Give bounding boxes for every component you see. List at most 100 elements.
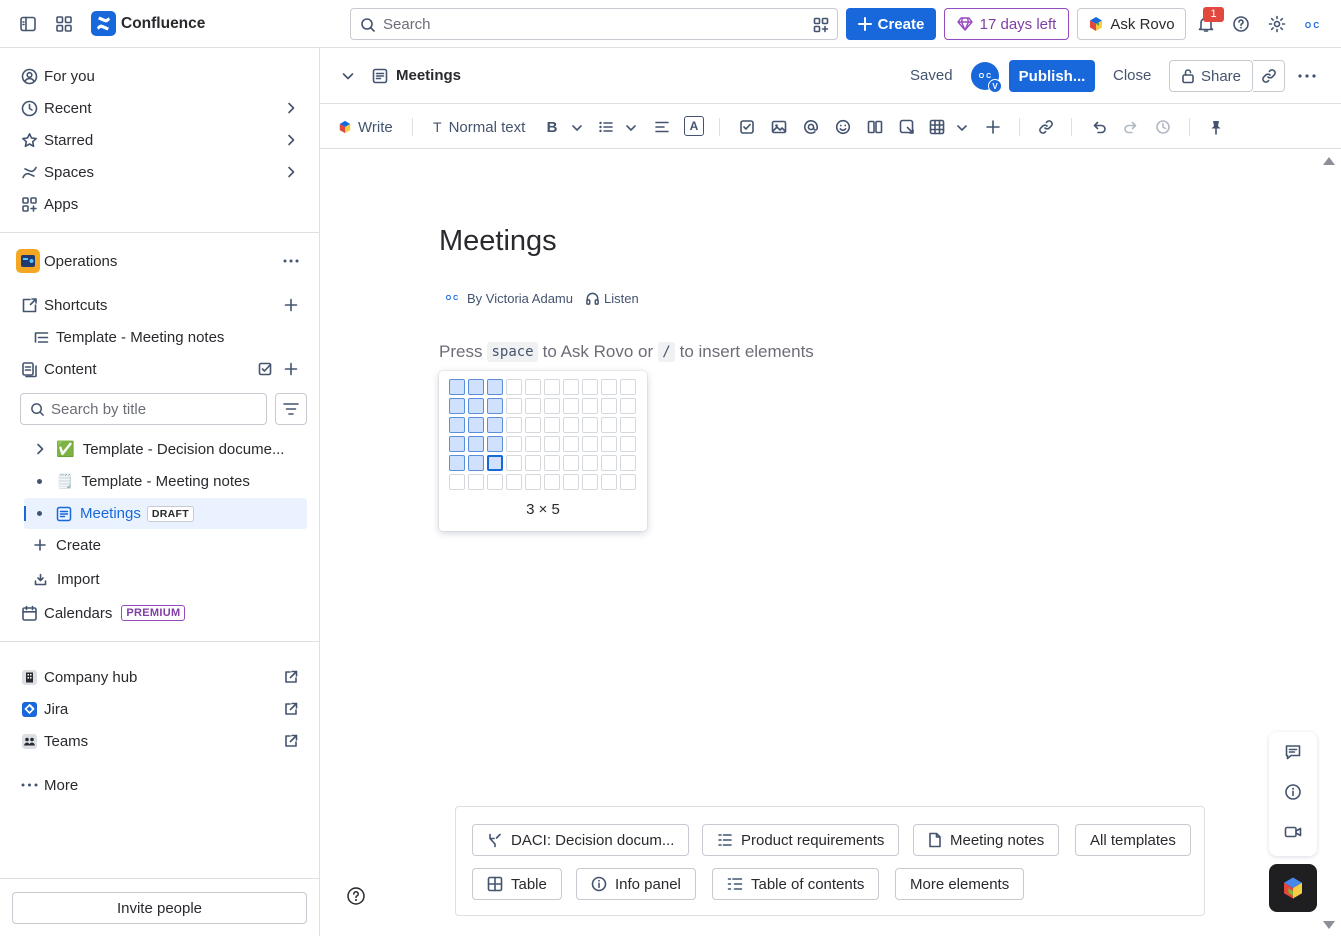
shortcut-item-meeting-notes[interactable]: Template - Meeting notes <box>24 321 307 353</box>
close-button[interactable]: Close <box>1113 67 1151 84</box>
table-size-cell[interactable] <box>620 455 636 471</box>
table-size-cell[interactable] <box>544 398 560 414</box>
chevron-down-icon[interactable] <box>956 122 968 134</box>
write-mode-button[interactable]: Write <box>338 116 393 138</box>
external-link-icon[interactable] <box>284 734 298 748</box>
sidebar-link-teams[interactable]: Teams <box>12 725 308 757</box>
publish-button[interactable]: Publish... <box>1009 60 1095 92</box>
help-icon[interactable] <box>346 886 366 906</box>
content-search[interactable] <box>20 393 267 425</box>
confluence-logo-icon[interactable] <box>91 11 116 36</box>
table-size-cell[interactable] <box>449 436 465 452</box>
table-size-cell[interactable] <box>563 398 579 414</box>
external-link-icon[interactable] <box>284 670 298 684</box>
chevron-right-icon[interactable] <box>34 443 46 455</box>
table-size-cell[interactable] <box>525 417 541 433</box>
chevron-down-icon[interactable] <box>625 122 637 134</box>
sidebar-item-spaces[interactable]: Spaces <box>12 156 308 188</box>
copy-link-button[interactable] <box>1253 60 1285 92</box>
sidebar-item-for-you[interactable]: For you <box>12 60 308 92</box>
table-size-cell[interactable] <box>563 379 579 395</box>
table-size-cell[interactable] <box>601 436 617 452</box>
edit-check-icon[interactable] <box>258 361 274 377</box>
table-size-cell[interactable] <box>601 398 617 414</box>
table-size-cell[interactable] <box>525 398 541 414</box>
table-size-cell[interactable] <box>620 436 636 452</box>
table-size-cell[interactable] <box>563 417 579 433</box>
global-search[interactable] <box>350 8 838 40</box>
scroll-up-arrow-icon[interactable] <box>1322 156 1336 166</box>
table-size-cell[interactable] <box>582 379 598 395</box>
page-info-icon[interactable] <box>1283 782 1303 802</box>
undo-icon[interactable] <box>1091 119 1107 135</box>
page-breadcrumb-title[interactable]: Meetings <box>396 67 461 84</box>
table-size-cell[interactable] <box>487 398 503 414</box>
template-daci-button[interactable]: DACI: Decision docum... <box>472 824 690 856</box>
add-shortcut-icon[interactable] <box>284 298 298 312</box>
more-elements-button[interactable]: More elements <box>895 868 1025 900</box>
insert-plus-icon[interactable] <box>985 119 1001 135</box>
page-title[interactable]: Meetings <box>439 225 557 258</box>
editor-placeholder[interactable]: Press space to Ask Rovo or / to insert e… <box>439 342 814 362</box>
table-size-cell[interactable] <box>506 436 522 452</box>
video-record-icon[interactable] <box>1283 822 1303 842</box>
app-switcher-icon[interactable] <box>52 12 76 36</box>
comments-icon[interactable] <box>1283 742 1303 762</box>
app-name[interactable]: Confluence <box>121 15 205 33</box>
listen-button[interactable]: Listen <box>585 291 639 306</box>
table-size-cell[interactable] <box>506 379 522 395</box>
table-size-cell[interactable] <box>487 455 503 471</box>
bullet-list-icon[interactable] <box>598 119 614 135</box>
filter-button[interactable] <box>275 393 307 425</box>
table-size-cell[interactable] <box>449 398 465 414</box>
tree-item-decision-template[interactable]: ✅ Template - Decision docume... <box>24 434 307 464</box>
table-size-cell[interactable] <box>468 379 484 395</box>
insert-table-button[interactable]: Table <box>472 868 562 900</box>
redo-icon[interactable] <box>1123 119 1139 135</box>
sidebar-link-jira[interactable]: Jira <box>12 693 308 725</box>
table-size-cell[interactable] <box>544 417 560 433</box>
table-size-cell[interactable] <box>487 379 503 395</box>
emoji-icon[interactable] <box>835 119 851 135</box>
trial-days-button[interactable]: 17 days left <box>944 8 1069 40</box>
template-meeting-notes-button[interactable]: Meeting notes <box>913 824 1060 856</box>
rovo-chat-button[interactable] <box>1269 864 1317 912</box>
table-size-cell[interactable] <box>563 436 579 452</box>
table-size-cell[interactable] <box>563 474 579 490</box>
tree-create-button[interactable]: Create <box>24 530 307 560</box>
text-color-button[interactable]: A <box>684 116 704 136</box>
sidebar-item-shortcuts[interactable]: Shortcuts <box>12 289 308 321</box>
table-size-cell[interactable] <box>544 474 560 490</box>
table-size-cell[interactable] <box>449 417 465 433</box>
ask-rovo-button[interactable]: Ask Rovo <box>1077 8 1186 40</box>
settings-gear-icon[interactable] <box>1265 12 1289 36</box>
table-size-cell[interactable] <box>601 455 617 471</box>
sidebar-item-calendars[interactable]: Calendars PREMIUM <box>12 597 308 629</box>
table-size-cell[interactable] <box>525 455 541 471</box>
sidebar-link-company-hub[interactable]: Company hub <box>12 661 308 693</box>
all-templates-button[interactable]: All templates <box>1075 824 1191 856</box>
align-left-icon[interactable] <box>654 119 670 135</box>
table-size-cell[interactable] <box>506 455 522 471</box>
table-size-cell[interactable] <box>620 417 636 433</box>
create-button[interactable]: Create <box>846 8 936 40</box>
more-actions-icon[interactable] <box>1298 74 1316 78</box>
link-icon[interactable] <box>1038 119 1054 135</box>
table-size-cell[interactable] <box>449 379 465 395</box>
invite-people-button[interactable]: Invite people <box>12 892 307 924</box>
tree-item-meeting-notes-template[interactable]: 🗒️ Template - Meeting notes <box>24 466 307 496</box>
tree-import-button[interactable]: Import <box>24 564 307 594</box>
chevron-right-icon[interactable] <box>284 165 298 179</box>
sidebar-item-content[interactable]: Content <box>12 353 308 385</box>
table-size-cell[interactable] <box>620 379 636 395</box>
table-size-cell[interactable] <box>468 417 484 433</box>
bold-button[interactable]: B <box>544 116 560 138</box>
insert-info-panel-button[interactable]: Info panel <box>576 868 696 900</box>
chevron-down-icon[interactable] <box>341 69 355 83</box>
share-button[interactable]: Share <box>1169 60 1253 92</box>
table-size-cell[interactable] <box>601 379 617 395</box>
table-size-cell[interactable] <box>544 436 560 452</box>
text-style-dropdown[interactable]: T Normal text <box>433 116 525 138</box>
table-size-cell[interactable] <box>468 474 484 490</box>
search-by-title-input[interactable] <box>51 394 261 424</box>
